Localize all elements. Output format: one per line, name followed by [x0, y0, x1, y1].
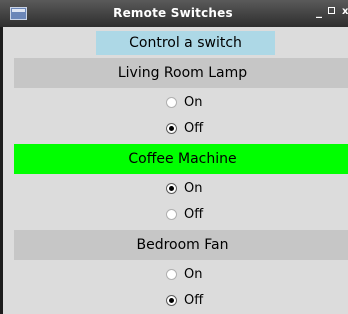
panel-heading: Control a switch: [96, 31, 275, 55]
radio-label: Off: [184, 292, 204, 308]
living-room-lamp-off-radio[interactable]: Off: [166, 117, 203, 139]
radio-button-icon[interactable]: [166, 96, 177, 108]
switch-title-coffee-machine: Coffee Machine: [14, 144, 348, 174]
switches-panel: Control a switch Living Room Lamp On Off…: [0, 27, 348, 314]
radio-label: Off: [184, 120, 204, 136]
radio-button-icon[interactable]: [166, 208, 177, 220]
window-title: Remote Switches: [113, 6, 233, 20]
bedroom-fan-off-radio[interactable]: Off: [166, 289, 203, 311]
app-window: Remote Switches _ x Control a switch Liv…: [0, 0, 348, 314]
radio-label: On: [184, 94, 203, 110]
title-bar[interactable]: Remote Switches _ x: [0, 0, 348, 27]
radio-button-icon[interactable]: [166, 122, 177, 134]
living-room-lamp-on-radio[interactable]: On: [166, 91, 202, 113]
radio-label: Off: [184, 206, 204, 222]
coffee-machine-on-radio[interactable]: On: [166, 177, 202, 199]
radio-button-icon[interactable]: [166, 182, 177, 194]
maximize-button[interactable]: [328, 7, 335, 14]
switch-title-living-room-lamp: Living Room Lamp: [14, 58, 348, 88]
switch-title-bedroom-fan: Bedroom Fan: [14, 230, 348, 260]
radio-label: On: [184, 180, 203, 196]
radio-label: On: [184, 266, 203, 282]
radio-button-icon[interactable]: [166, 268, 177, 280]
minimize-button[interactable]: _: [316, 4, 322, 18]
coffee-machine-off-radio[interactable]: Off: [166, 203, 203, 225]
close-button[interactable]: x: [342, 6, 348, 17]
radio-button-icon[interactable]: [166, 294, 177, 306]
bedroom-fan-on-radio[interactable]: On: [166, 263, 202, 285]
